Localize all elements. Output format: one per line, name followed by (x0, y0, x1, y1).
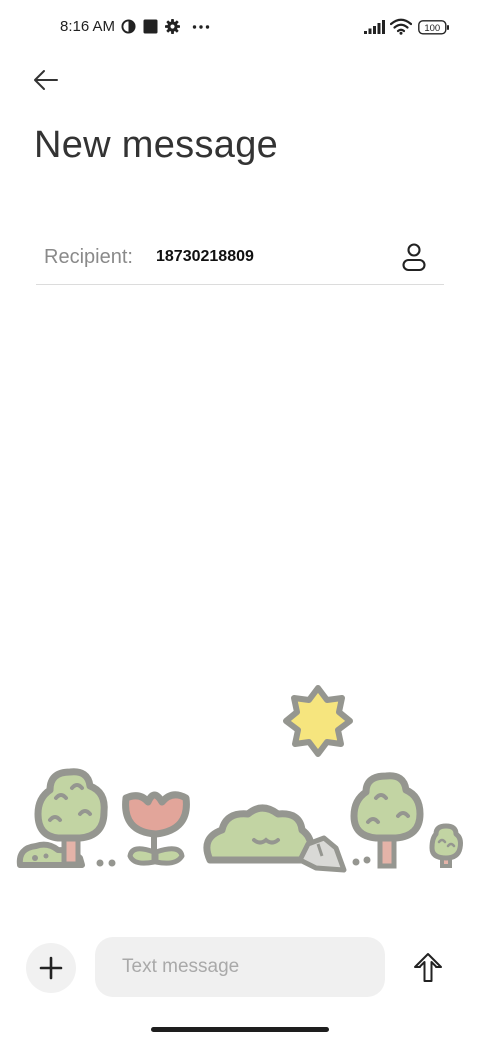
plus-icon (39, 956, 63, 980)
bush-icon (203, 804, 315, 864)
data-saver-icon (121, 19, 136, 34)
attach-button[interactable] (26, 943, 76, 993)
contact-picker-button[interactable] (400, 242, 428, 272)
home-indicator (151, 1027, 329, 1032)
contact-person-icon (402, 243, 426, 272)
recipient-label: Recipient: (44, 246, 133, 268)
sun-icon (283, 685, 353, 757)
status-bar: 8:16 AM 100 (0, 0, 480, 56)
recipient-row[interactable]: Recipient: 18730218809 (36, 234, 444, 285)
wifi-icon (390, 18, 412, 35)
send-arrow-up-icon (414, 953, 442, 982)
battery-level: 100 (424, 23, 440, 34)
settings-gear-icon (165, 19, 180, 34)
page-title: New message (34, 124, 279, 166)
square-notification-icon (143, 19, 158, 34)
status-time: 8:16 AM (60, 18, 116, 35)
battery-icon: 100 (418, 20, 449, 35)
tree-small-icon (429, 823, 463, 868)
garden-illustration (16, 685, 463, 873)
rock-icon (297, 835, 347, 873)
back-button[interactable] (26, 62, 68, 98)
flower-icon (122, 791, 190, 866)
recipient-number[interactable]: 18730218809 (156, 248, 254, 266)
tree-right-icon (350, 772, 424, 869)
message-input[interactable] (95, 937, 385, 997)
signal-bars-icon (364, 20, 385, 34)
back-arrow-icon (34, 70, 58, 90)
more-dots-icon (192, 25, 210, 29)
send-button[interactable] (411, 950, 445, 986)
